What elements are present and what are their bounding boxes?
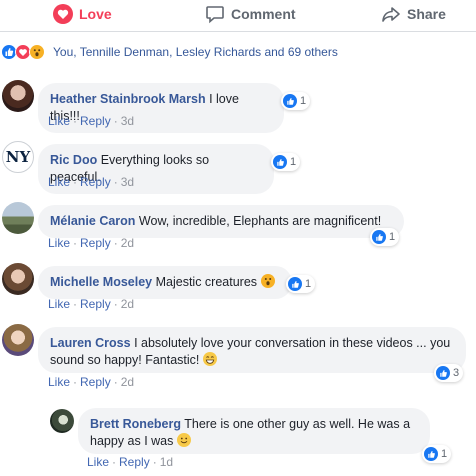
- love-label: Love: [79, 6, 112, 22]
- avatar[interactable]: [50, 409, 74, 433]
- like-icon: [273, 155, 287, 169]
- like-icon: [436, 366, 450, 380]
- comment-time[interactable]: 1d: [160, 455, 173, 469]
- share-arrow-icon: [382, 7, 400, 22]
- like-icon: [372, 230, 386, 244]
- comment-label: Comment: [231, 6, 296, 22]
- like-icon: [424, 447, 438, 461]
- reply-link[interactable]: Reply: [80, 236, 111, 250]
- comment-time[interactable]: 3d: [121, 114, 134, 128]
- love-button[interactable]: Love: [53, 4, 112, 24]
- reaction-summary[interactable]: You, Tennille Denman, Lesley Richards an…: [0, 40, 476, 64]
- smiling-emoji-icon: [176, 433, 191, 447]
- comment-time[interactable]: 2d: [121, 375, 134, 389]
- heart-icon: [53, 4, 73, 24]
- reaction-icons: [1, 42, 49, 62]
- like-link[interactable]: Like: [48, 114, 70, 128]
- comment-button[interactable]: Comment: [205, 4, 296, 24]
- comment-reaction-count[interactable]: 1: [281, 92, 311, 110]
- comment-author[interactable]: Heather Stainbrook Marsh: [50, 92, 206, 106]
- like-link[interactable]: Like: [48, 236, 70, 250]
- grinning-emoji-icon: [202, 352, 217, 366]
- wow-emoji-icon: [260, 274, 275, 288]
- like-icon: [283, 94, 297, 108]
- avatar[interactable]: NY: [2, 141, 34, 173]
- comment-reaction-count[interactable]: 1: [286, 275, 316, 293]
- like-link[interactable]: Like: [48, 175, 70, 189]
- share-button[interactable]: Share: [381, 4, 446, 24]
- like-icon: [288, 277, 302, 291]
- comment-bubble: Mélanie Caron Wow, incredible, Elephants…: [38, 205, 404, 238]
- comment-time[interactable]: 2d: [121, 236, 134, 250]
- comment-author[interactable]: Ric Doo: [50, 153, 97, 167]
- reaction-summary-text[interactable]: You, Tennille Denman, Lesley Richards an…: [53, 45, 338, 59]
- comment-meta: Like · Reply · 2d: [48, 297, 135, 311]
- avatar[interactable]: [2, 202, 34, 234]
- speech-bubble-icon: [206, 6, 224, 24]
- comment-text: Wow, incredible, Elephants are magnifice…: [138, 214, 382, 228]
- reply-link[interactable]: Reply: [80, 114, 111, 128]
- reaction-number: 1: [441, 448, 448, 460]
- comment-time[interactable]: 2d: [121, 297, 134, 311]
- reaction-number: 3: [453, 367, 460, 379]
- comment-author[interactable]: Lauren Cross: [50, 336, 131, 350]
- reply-link[interactable]: Reply: [80, 375, 111, 389]
- comment-bubble: Brett Roneberg There is one other guy as…: [78, 408, 430, 454]
- avatar[interactable]: [2, 263, 34, 295]
- comment-meta: Like · Reply · 2d: [48, 375, 135, 389]
- reaction-number: 1: [290, 156, 297, 168]
- comment-author[interactable]: Michelle Moseley: [50, 275, 152, 289]
- comment-reaction-count[interactable]: 3: [434, 364, 464, 382]
- wow-reaction-icon: [29, 44, 45, 60]
- reaction-number: 1: [305, 278, 312, 290]
- like-link[interactable]: Like: [48, 297, 70, 311]
- avatar[interactable]: [2, 80, 34, 112]
- comment-text: Majestic creatures: [155, 275, 258, 289]
- reply-link[interactable]: Reply: [80, 297, 111, 311]
- post-action-bar: Love Comment Share: [0, 0, 476, 32]
- comment-meta: Like · Reply · 3d: [48, 175, 135, 189]
- comment-meta: Like · Reply · 2d: [48, 236, 135, 250]
- comment-time[interactable]: 3d: [121, 175, 134, 189]
- comment-reaction-count[interactable]: 1: [370, 228, 400, 246]
- comment-bubble: Michelle Moseley Majestic creatures: [38, 266, 292, 299]
- yankees-logo-icon: NY: [5, 148, 31, 166]
- reaction-number: 1: [300, 95, 307, 107]
- reply-link[interactable]: Reply: [119, 455, 150, 469]
- avatar[interactable]: [2, 324, 34, 356]
- comment-meta: Like · Reply · 1d: [87, 455, 174, 469]
- comment-author[interactable]: Brett Roneberg: [90, 417, 181, 431]
- share-label: Share: [407, 6, 446, 22]
- comment-author[interactable]: Mélanie Caron: [50, 214, 135, 228]
- comment-meta: Like · Reply · 3d: [48, 114, 135, 128]
- comment-reaction-count[interactable]: 1: [422, 445, 452, 463]
- like-link[interactable]: Like: [48, 375, 70, 389]
- comment-reaction-count[interactable]: 1: [271, 153, 301, 171]
- reply-link[interactable]: Reply: [80, 175, 111, 189]
- like-link[interactable]: Like: [87, 455, 109, 469]
- reaction-number: 1: [389, 231, 396, 243]
- comment-bubble: Lauren Cross I absolutely love your conv…: [38, 327, 466, 373]
